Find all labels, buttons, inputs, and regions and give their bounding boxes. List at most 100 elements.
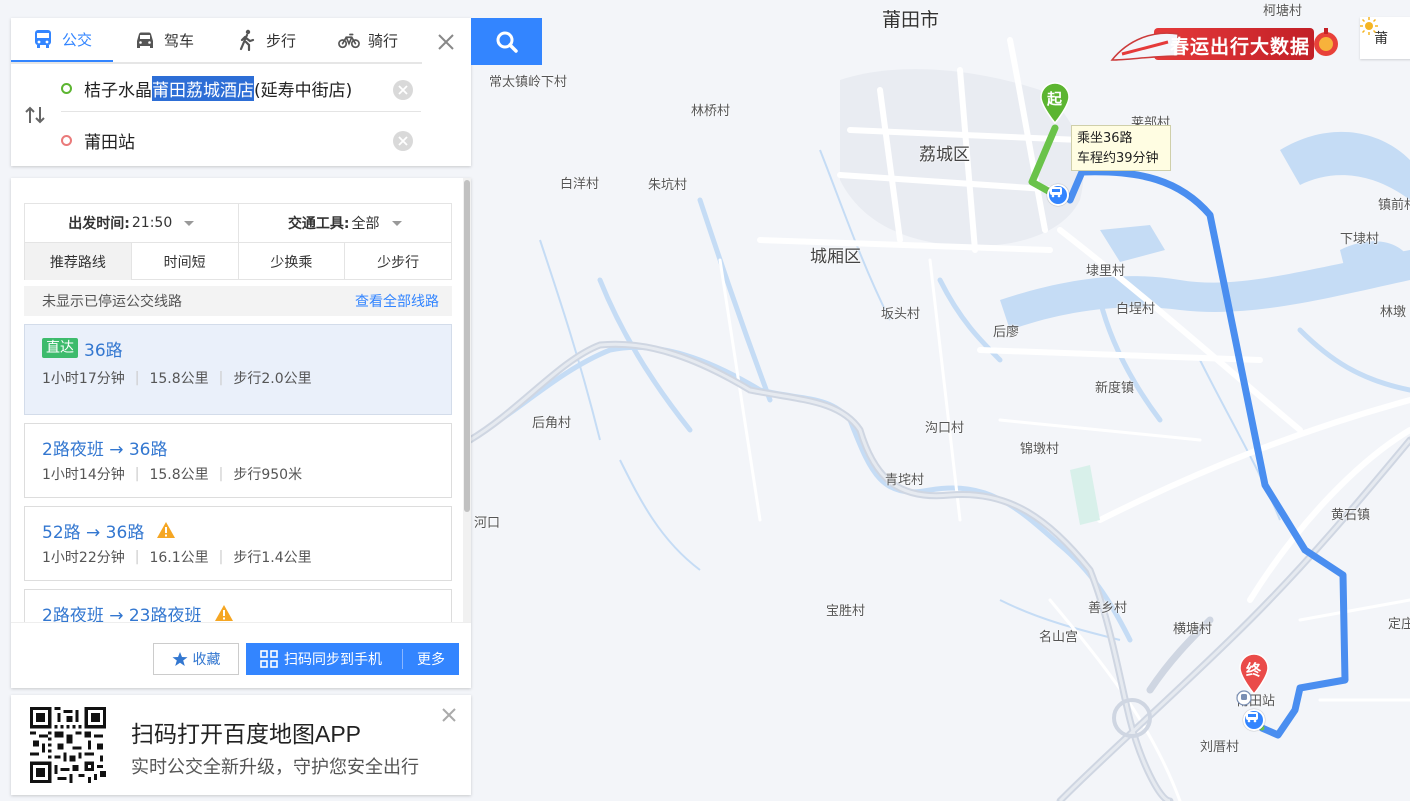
depart-time-select[interactable]: 出发时间: 21:50	[25, 204, 238, 242]
spring-festival-banner[interactable]: 春运出行大数据	[1108, 20, 1344, 70]
route-walk: 步行950米	[233, 467, 303, 483]
search-button[interactable]	[471, 18, 542, 65]
route-search-box: 公交 驾车 步行 骑行 桔子水晶 莆田荔城酒店 (延寿中街店) 莆田站	[11, 18, 471, 166]
route-duration: 1小时17分钟	[42, 371, 125, 387]
route-results-panel: 出发时间: 21:50 交通工具: 全部 推荐路线 时间短 少换乘 少步行 未显示已…	[11, 178, 471, 688]
filter-row: 出发时间: 21:50 交通工具: 全部	[25, 204, 451, 243]
favorite-button[interactable]: 收藏	[153, 643, 239, 675]
close-promo-button[interactable]	[441, 707, 461, 727]
tab-drive-label: 驾车	[163, 31, 194, 50]
station-label: 莆田站	[1236, 690, 1275, 709]
sort-tab-fewer-transfers[interactable]: 少换乘	[237, 243, 345, 280]
end-location-input[interactable]: 莆田站	[61, 117, 421, 163]
route-name: 36路	[84, 340, 123, 361]
start-text-prefix: 桔子水晶	[84, 81, 152, 101]
view-all-lines-link[interactable]: 查看全部线路	[355, 291, 439, 311]
route-distance: 15.8公里	[149, 467, 209, 483]
tab-walk[interactable]: 步行	[215, 18, 317, 62]
sort-tabs: 推荐路线 时间短 少换乘 少步行	[25, 243, 451, 280]
map-label-houlian: 后廖	[993, 325, 1020, 340]
route-title: 直达 36路	[42, 336, 434, 361]
promo-subtitle: 实时公交全新升级，守护您安全出行	[131, 757, 419, 778]
map-label-lidou: 埭里村	[1086, 264, 1126, 279]
tab-drive[interactable]: 驾车	[113, 18, 215, 62]
route-name: 52路 → 36路	[42, 522, 145, 543]
map-label-putian-city: 莆田市	[882, 9, 940, 31]
route-action-bar: 收藏 扫码同步到手机 更多	[11, 622, 471, 688]
transport-type-value: 全部	[351, 216, 380, 232]
map-label-chengxiang-district: 城厢区	[810, 247, 861, 267]
map-label-liucuo: 刘厝村	[1200, 740, 1240, 755]
route-option[interactable]: 直达 36路 1小时17分钟 | 15.8公里 | 步行2.0公里	[24, 324, 452, 415]
sort-tab-less-walking[interactable]: 少步行	[344, 243, 451, 280]
tooltip-line-duration: 车程约39分钟	[1077, 151, 1159, 166]
clear-end-icon[interactable]	[393, 131, 413, 151]
map-label-goukou: 沟口村	[925, 421, 965, 436]
start-text-suffix: (延寿中街店)	[254, 81, 353, 101]
route-walk: 步行1.4公里	[233, 550, 312, 566]
caret-down-icon	[391, 220, 402, 226]
direct-tag: 直达	[42, 338, 78, 358]
tab-bus[interactable]: 公交	[11, 18, 113, 62]
sort-tab-shortest-time[interactable]: 时间短	[130, 243, 238, 280]
clear-start-icon[interactable]	[393, 80, 413, 100]
route-title: 2路夜班 → 36路	[42, 435, 434, 460]
map-label-linqiao: 林桥村	[691, 104, 731, 119]
route-option[interactable]: 2路夜班 → 36路 1小时14分钟 | 15.8公里 | 步行950米	[24, 423, 452, 498]
sun-icon	[1360, 17, 1378, 35]
scrollbar-thumb[interactable]	[464, 180, 470, 512]
map-label-shanxiang: 善乡村	[1088, 601, 1128, 616]
close-icon	[438, 34, 454, 50]
route-distance: 16.1公里	[149, 550, 209, 566]
end-marker[interactable]: 终	[1238, 653, 1270, 695]
map-label-jindun: 锦墩村	[1020, 442, 1060, 457]
depart-time-value: 21:50	[131, 215, 173, 231]
map-label-zhenqian: 镇前村	[1378, 198, 1410, 213]
route-duration: 1小时22分钟	[42, 550, 125, 566]
map-label-hengtang: 横塘村	[1173, 622, 1213, 637]
bus-icon	[34, 30, 51, 48]
bike-icon	[338, 33, 360, 49]
map-label-changtai: 常太镇岭下村	[489, 75, 568, 90]
qr-code-image	[30, 707, 106, 783]
route-duration: 1小时14分钟	[42, 467, 125, 483]
bus-stop-start-icon[interactable]	[1047, 184, 1069, 206]
close-route-button[interactable]	[429, 26, 463, 58]
sync-main[interactable]: 扫码同步到手机	[246, 649, 403, 669]
weather-widget[interactable]: 莆	[1360, 17, 1410, 59]
sort-tab-recommended[interactable]: 推荐路线	[25, 243, 131, 280]
map-label-houjiao: 后角村	[532, 416, 572, 431]
suspended-lines-notice: 未显示已停运公交线路 查看全部线路	[24, 286, 452, 316]
route-name: 2路夜班 → 36路	[42, 439, 168, 460]
swap-route-button[interactable]	[21, 101, 49, 129]
start-text-selected: 莆田荔城酒店	[152, 76, 254, 101]
favorite-label: 收藏	[192, 652, 221, 668]
warning-icon	[214, 605, 233, 621]
map-label-licheng-district: 荔城区	[919, 145, 970, 165]
route-meta: 1小时17分钟 | 15.8公里 | 步行2.0公里	[42, 370, 312, 387]
banner-text: 春运出行大数据	[1170, 36, 1311, 58]
depart-time-label: 出发时间:	[68, 216, 130, 232]
results-scrollbar[interactable]	[463, 178, 471, 622]
sync-label: 扫码同步到手机	[284, 652, 382, 668]
map-label-baiyang: 白洋村	[560, 177, 600, 192]
bus-stop-end-icon[interactable]	[1243, 709, 1265, 731]
tab-bus-label: 公交	[61, 30, 92, 49]
transport-type-select[interactable]: 交通工具: 全部	[237, 204, 452, 242]
app-promo-card: 扫码打开百度地图APP 实时公交全新升级，守护您安全出行	[11, 695, 471, 795]
start-marker[interactable]: 起	[1039, 82, 1071, 124]
map-label-xindu: 新度镇	[1095, 381, 1135, 396]
tab-bike[interactable]: 骑行	[317, 18, 419, 62]
end-marker-label: 终	[1246, 661, 1262, 679]
train-station-icon	[1236, 690, 1252, 706]
start-location-input[interactable]: 桔子水晶 莆田荔城酒店 (延寿中街店)	[61, 66, 421, 112]
end-dot-icon	[61, 134, 72, 146]
map-label-huangshi: 黄石镇	[1331, 508, 1371, 523]
map-label-ketang: 柯塘村	[1263, 4, 1303, 19]
route-title: 52路 → 36路	[42, 518, 434, 543]
map-label-baicheng: 白埕村	[1116, 302, 1156, 317]
sync-to-phone-button[interactable]: 扫码同步到手机 更多	[246, 643, 459, 675]
clear-x-icon	[398, 85, 408, 95]
more-button[interactable]: 更多	[403, 649, 459, 669]
route-option[interactable]: 52路 → 36路 1小时22分钟 | 16.1公里 | 步行1.4公里	[24, 506, 452, 581]
